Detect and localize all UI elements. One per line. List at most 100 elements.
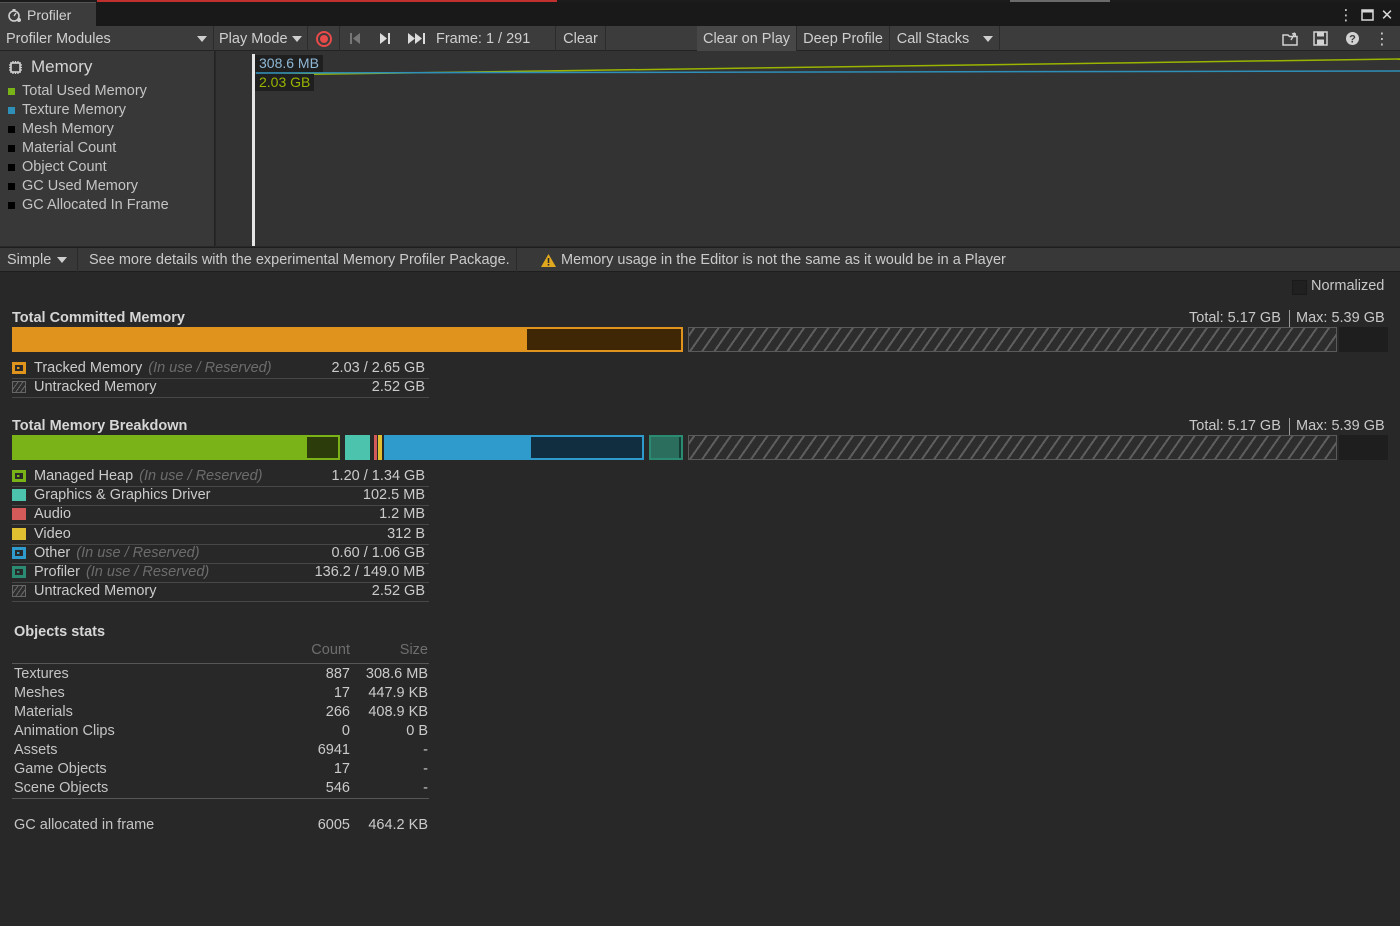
counter-color-swatch <box>8 163 15 171</box>
counter-label: GC Used Memory <box>22 178 139 194</box>
legend-label: Video <box>34 525 71 542</box>
help-button[interactable]: ? <box>1340 26 1364 51</box>
object-size: 308.6 MB <box>365 666 428 682</box>
clear-button[interactable]: Clear <box>556 26 606 51</box>
object-size: - <box>423 742 428 758</box>
total-max-divider <box>1289 418 1290 436</box>
play-mode-dropdown[interactable]: Play Mode <box>214 26 308 51</box>
texture-memory-value-label: 308.6 MB <box>255 55 323 72</box>
memory-chart[interactable]: 308.6 MB 2.03 GB <box>216 51 1400 246</box>
legend-swatch <box>12 489 26 502</box>
object-size: 408.9 KB <box>368 704 428 720</box>
toolbar-menu-icon[interactable]: ⋮ <box>1372 26 1392 51</box>
other-bar[interactable] <box>384 435 644 460</box>
profiler-modules-dropdown[interactable]: Profiler Modules <box>0 26 214 51</box>
legend-row: Tracked Memory (In use / Reserved) <box>12 360 272 376</box>
counter-item[interactable]: Object Count <box>8 159 107 175</box>
counter-item[interactable]: Mesh Memory <box>8 121 114 137</box>
load-button[interactable] <box>1278 26 1302 51</box>
view-mode-label: Simple <box>7 252 52 268</box>
counter-item[interactable]: Total Used Memory <box>8 83 147 99</box>
total-committed-title: Total Committed Memory <box>12 310 185 326</box>
graphics-bar[interactable] <box>345 435 370 460</box>
warning-label: Memory usage in the Editor is not the sa… <box>561 252 1006 268</box>
object-size: - <box>423 761 428 777</box>
call-stacks-dropdown[interactable] <box>976 26 1000 51</box>
count-column-header: Count <box>311 642 350 658</box>
objects-stats-title: Objects stats <box>14 624 106 640</box>
svg-text:?: ? <box>1349 34 1356 46</box>
breakdown-untracked-bar[interactable] <box>688 435 1337 460</box>
profiler-bar[interactable] <box>649 435 683 460</box>
chevron-down-icon <box>291 35 302 42</box>
previous-frame-button[interactable] <box>342 26 368 51</box>
object-count: 546 <box>325 780 350 796</box>
legend-value: 2.52 GB <box>371 583 425 600</box>
tracked-memory-bar[interactable] <box>12 327 683 352</box>
object-type-label: Meshes <box>14 685 65 701</box>
legend-swatch <box>12 527 26 540</box>
gc-allocated-label: GC allocated in frame <box>14 817 155 833</box>
current-frame-button[interactable] <box>404 26 430 51</box>
legend-value: 136.2 / 149.0 MB <box>314 564 425 580</box>
profiler-in-use-fill <box>651 437 679 458</box>
kebab-menu-icon[interactable]: ⋮ <box>1336 4 1356 26</box>
legend-label: Managed Heap <box>34 468 134 484</box>
normalized-checkbox[interactable] <box>1292 280 1307 295</box>
object-type-label: Scene Objects <box>14 780 109 796</box>
legend-swatch <box>12 546 26 559</box>
play-mode-label: Play Mode <box>219 30 288 47</box>
memory-profiler-package-link[interactable]: See more details with the experimental M… <box>82 248 517 272</box>
object-count: 266 <box>325 704 350 720</box>
audio-bar[interactable] <box>374 435 377 460</box>
module-title[interactable]: Memory <box>8 57 92 77</box>
call-stacks-button[interactable]: Call Stacks <box>892 26 974 51</box>
deep-profile-button[interactable]: Deep Profile <box>797 26 890 51</box>
legend-value: 1.2 MB <box>379 506 425 523</box>
legend-swatch <box>12 566 26 578</box>
profiler-tab[interactable]: Profiler <box>0 2 96 26</box>
counter-item[interactable]: GC Used Memory <box>8 178 138 194</box>
counter-item[interactable]: Material Count <box>8 140 116 156</box>
counter-item[interactable]: GC Allocated In Frame <box>8 197 169 213</box>
profiler-modules-label: Profiler Modules <box>6 30 111 47</box>
legend-label: Graphics & Graphics Driver <box>34 487 211 504</box>
object-type-label: Game Objects <box>14 761 107 777</box>
counter-item[interactable]: Texture Memory <box>8 102 126 118</box>
legend-row: Other (In use / Reserved) <box>12 545 200 561</box>
save-button[interactable] <box>1308 26 1332 51</box>
objects-footer-divider <box>12 798 429 799</box>
object-type-label: Animation Clips <box>14 723 115 739</box>
record-button[interactable] <box>308 26 340 51</box>
chevron-down-icon <box>197 35 207 42</box>
breakdown-remaining-bar <box>1339 435 1388 460</box>
gc-allocated-count: 6005 <box>317 817 350 833</box>
untracked-memory-bar[interactable] <box>688 327 1337 352</box>
details-toolbar: Simple See more details with the experim… <box>0 247 1400 272</box>
video-bar[interactable] <box>378 435 382 460</box>
load-folder-icon <box>1281 32 1298 46</box>
legend-label: Other <box>34 544 71 561</box>
object-type-label: Materials <box>14 704 73 720</box>
managed-heap-bar[interactable] <box>12 435 340 460</box>
legend-row: Video <box>12 526 71 542</box>
next-frame-button[interactable] <box>372 26 398 51</box>
clear-on-play-button[interactable]: Clear on Play <box>697 26 797 51</box>
view-mode-dropdown[interactable]: Simple <box>0 248 78 272</box>
previous-frame-icon <box>350 33 360 44</box>
warning-icon <box>541 253 556 267</box>
legend-row-divider <box>12 601 429 603</box>
legend-label: Untracked Memory <box>34 583 157 600</box>
legend-value: 312 B <box>387 525 425 542</box>
size-column-header: Size <box>399 642 428 658</box>
close-icon[interactable]: ✕ <box>1377 4 1397 26</box>
managed-heap-in-use-fill <box>14 437 307 458</box>
legend-swatch <box>12 585 26 598</box>
committed-max: Max: 5.39 GB <box>1296 310 1385 326</box>
save-icon <box>1312 31 1328 46</box>
memory-module-panel: Memory Total Used Memory Texture Memory Me… <box>0 51 215 246</box>
legend-label: Tracked Memory <box>34 360 143 376</box>
maximize-icon[interactable] <box>1357 4 1377 26</box>
profiler-icon <box>8 8 21 22</box>
tab-title: Profiler <box>27 6 72 23</box>
